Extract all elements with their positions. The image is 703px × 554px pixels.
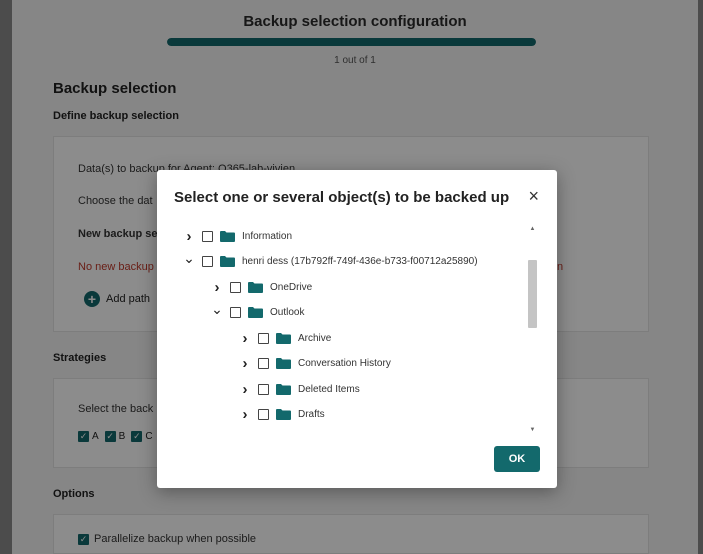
tree-item[interactable]: › Conversation History [239, 354, 391, 374]
tree-item-label: henri dess (17b792ff-749f-436e-b733-f007… [242, 256, 478, 267]
tree-item-label: Drafts [298, 409, 325, 420]
folder-icon [248, 307, 263, 318]
tree-item-label: Information [242, 230, 293, 242]
tree-item[interactable]: › Archive [239, 328, 332, 348]
chevron-right-icon[interactable]: › [239, 406, 251, 423]
folder-icon [220, 230, 235, 242]
scroll-thumb[interactable] [528, 260, 537, 328]
tree-item-label: Archive [298, 332, 332, 344]
folder-icon [276, 358, 291, 369]
chevron-right-icon[interactable]: › [239, 381, 251, 398]
scroll-down-icon[interactable]: ▼ [525, 425, 540, 435]
tree-item[interactable]: › Information [183, 226, 293, 246]
folder-icon [220, 256, 235, 267]
folder-icon [276, 332, 291, 344]
tree-item-checkbox[interactable] [258, 358, 269, 369]
tree-item-checkbox[interactable] [202, 256, 213, 267]
tree-item-checkbox[interactable] [230, 281, 241, 293]
tree-item[interactable]: › Drafts [239, 405, 325, 425]
tree-item[interactable]: ⌄ henri dess (17b792ff-749f-436e-b733-f00… [183, 250, 478, 272]
tree-scrollbar[interactable]: ▲ ▼ [525, 224, 540, 435]
chevron-down-icon[interactable]: ⌄ [211, 301, 223, 318]
object-tree: › Information ⌄ henri dess (17b792ff-749f-4… [175, 223, 529, 433]
chevron-right-icon[interactable]: › [211, 279, 223, 296]
chevron-right-icon[interactable]: › [239, 355, 251, 372]
chevron-down-icon[interactable]: ⌄ [183, 250, 195, 267]
tree-item[interactable]: › OneDrive [211, 277, 313, 297]
tree-item-checkbox[interactable] [230, 307, 241, 318]
object-selection-dialog: Select one or several object(s) to be ba… [157, 170, 557, 488]
folder-icon [276, 383, 291, 395]
chevron-right-icon[interactable]: › [239, 330, 251, 347]
dialog-title: Select one or several object(s) to be ba… [174, 189, 510, 206]
folder-icon [276, 409, 291, 420]
scroll-up-icon[interactable]: ▲ [525, 224, 540, 234]
tree-item-label: Outlook [270, 307, 305, 318]
tree-item[interactable]: ⌄ Outlook [211, 301, 305, 323]
tree-item-checkbox[interactable] [258, 409, 269, 420]
folder-icon [248, 281, 263, 293]
chevron-right-icon[interactable]: › [183, 228, 195, 245]
tree-item-checkbox[interactable] [258, 383, 269, 395]
tree-item-checkbox[interactable] [258, 332, 269, 344]
ok-button[interactable]: OK [494, 446, 540, 472]
tree-item-label: OneDrive [270, 281, 313, 293]
tree-item-label: Deleted Items [298, 383, 360, 395]
tree-item[interactable]: › Deleted Items [239, 379, 360, 399]
close-icon[interactable]: × [528, 187, 539, 205]
tree-item-label: Conversation History [298, 358, 391, 369]
tree-item-checkbox[interactable] [202, 230, 213, 242]
